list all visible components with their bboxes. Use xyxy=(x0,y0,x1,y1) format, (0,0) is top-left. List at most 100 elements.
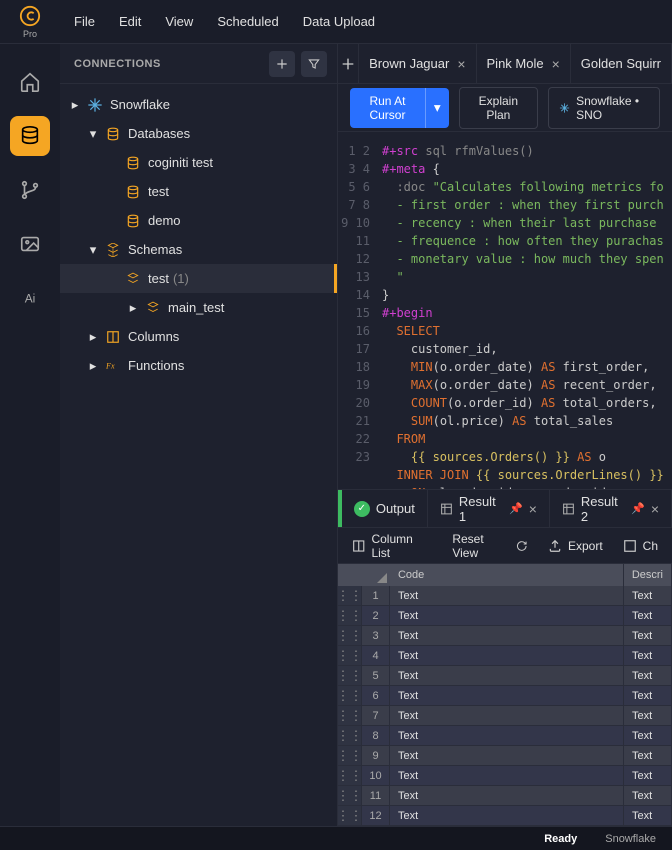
cell-code[interactable]: Text xyxy=(390,646,624,665)
nav-home[interactable] xyxy=(10,62,50,102)
tab-brown-jaguar[interactable]: Brown Jaguar × xyxy=(359,44,476,83)
table-row[interactable]: ⋮⋮5TextText xyxy=(338,666,672,686)
tab-golden-squirrel[interactable]: Golden Squirr xyxy=(571,44,672,83)
code-editor[interactable]: 1 2 3 4 5 6 7 8 9 10 11 12 13 14 15 16 1… xyxy=(338,132,672,489)
table-row[interactable]: ⋮⋮8TextText xyxy=(338,726,672,746)
check-circle-icon: ✓ xyxy=(354,501,370,517)
cell-desc[interactable]: Text xyxy=(624,806,672,825)
cell-code[interactable]: Text xyxy=(390,686,624,705)
column-header-code[interactable]: Code xyxy=(390,564,624,586)
tree-columns[interactable]: ▸ Columns xyxy=(60,322,337,351)
close-icon[interactable]: × xyxy=(529,501,537,517)
nav-git[interactable] xyxy=(10,170,50,210)
cell-code[interactable]: Text xyxy=(390,586,624,605)
row-handle[interactable]: ⋮⋮ xyxy=(338,766,362,785)
table-row[interactable]: ⋮⋮6TextText xyxy=(338,686,672,706)
tree-databases[interactable]: ▾ Databases xyxy=(60,119,337,148)
editor-area: Brown Jaguar × Pink Mole × Golden Squirr… xyxy=(338,44,672,826)
cell-code[interactable]: Text xyxy=(390,706,624,725)
cell-desc[interactable]: Text xyxy=(624,766,672,785)
cell-desc[interactable]: Text xyxy=(624,786,672,805)
row-handle[interactable]: ⋮⋮ xyxy=(338,786,362,805)
cell-desc[interactable]: Text xyxy=(624,726,672,745)
table-row[interactable]: ⋮⋮11TextText xyxy=(338,786,672,806)
tree-db-item[interactable]: demo xyxy=(60,206,337,235)
run-at-cursor-button[interactable]: Run At Cursor xyxy=(350,88,425,128)
new-tab-button[interactable] xyxy=(338,44,359,83)
table-row[interactable]: ⋮⋮3TextText xyxy=(338,626,672,646)
cell-desc[interactable]: Text xyxy=(624,746,672,765)
row-handle[interactable]: ⋮⋮ xyxy=(338,606,362,625)
reset-view-button[interactable]: Reset View xyxy=(452,532,528,560)
cell-desc[interactable]: Text xyxy=(624,686,672,705)
row-handle[interactable]: ⋮⋮ xyxy=(338,686,362,705)
nav-database[interactable] xyxy=(10,116,50,156)
table-row[interactable]: ⋮⋮4TextText xyxy=(338,646,672,666)
cell-desc[interactable]: Text xyxy=(624,666,672,685)
filter-connections-button[interactable] xyxy=(301,51,327,77)
tree-functions[interactable]: ▸ Fx Functions xyxy=(60,351,337,380)
row-handle[interactable]: ⋮⋮ xyxy=(338,806,362,825)
table-row[interactable]: ⋮⋮2TextText xyxy=(338,606,672,626)
tree-schema-test[interactable]: test (1) xyxy=(60,264,337,293)
pin-icon[interactable]: 📌 xyxy=(631,502,645,515)
nav-images[interactable] xyxy=(10,224,50,264)
tab-pink-mole[interactable]: Pink Mole × xyxy=(477,44,571,83)
table-row[interactable]: ⋮⋮7TextText xyxy=(338,706,672,726)
table-row[interactable]: ⋮⋮1TextText xyxy=(338,586,672,606)
tree-label: test xyxy=(148,184,169,199)
result-tab-output[interactable]: ✓ Output xyxy=(342,490,428,527)
cell-code[interactable]: Text xyxy=(390,726,624,745)
result-tab-1[interactable]: Result 1 📌 × xyxy=(428,490,550,527)
row-handle[interactable]: ⋮⋮ xyxy=(338,706,362,725)
cell-code[interactable]: Text xyxy=(390,786,624,805)
column-list-button[interactable]: Column List xyxy=(352,532,432,560)
menu-scheduled[interactable]: Scheduled xyxy=(217,14,278,29)
close-icon[interactable]: × xyxy=(552,56,560,72)
cell-desc[interactable]: Text xyxy=(624,706,672,725)
tree-connection-snowflake[interactable]: ▸ Snowflake xyxy=(60,90,337,119)
chart-button[interactable]: Ch xyxy=(623,539,658,553)
row-handle[interactable]: ⋮⋮ xyxy=(338,586,362,605)
tree-db-item[interactable]: test xyxy=(60,177,337,206)
menu-view[interactable]: View xyxy=(165,14,193,29)
menu-file[interactable]: File xyxy=(74,14,95,29)
menu-data-upload[interactable]: Data Upload xyxy=(303,14,375,29)
tree-schemas[interactable]: ▾ Schemas xyxy=(60,235,337,264)
cell-desc[interactable]: Text xyxy=(624,626,672,645)
menu-edit[interactable]: Edit xyxy=(119,14,141,29)
row-handle[interactable]: ⋮⋮ xyxy=(338,626,362,645)
close-icon[interactable]: × xyxy=(457,56,465,72)
cell-code[interactable]: Text xyxy=(390,806,624,825)
close-icon[interactable]: × xyxy=(651,501,659,517)
cell-desc[interactable]: Text xyxy=(624,646,672,665)
export-button[interactable]: Export xyxy=(548,539,603,553)
cell-code[interactable]: Text xyxy=(390,766,624,785)
row-handle[interactable]: ⋮⋮ xyxy=(338,746,362,765)
grid-corner[interactable] xyxy=(338,564,390,586)
logo-area: Pro xyxy=(0,1,60,43)
row-handle[interactable]: ⋮⋮ xyxy=(338,646,362,665)
cell-desc[interactable]: Text xyxy=(624,586,672,605)
pin-icon[interactable]: 📌 xyxy=(509,502,523,515)
tree-schema-item[interactable]: ▸ main_test xyxy=(60,293,337,322)
table-row[interactable]: ⋮⋮9TextText xyxy=(338,746,672,766)
table-row[interactable]: ⋮⋮12TextText xyxy=(338,806,672,826)
cell-code[interactable]: Text xyxy=(390,606,624,625)
connection-selector[interactable]: Snowflake • SNO xyxy=(548,87,660,129)
nav-ai[interactable]: Ai xyxy=(10,278,50,318)
result-tab-2[interactable]: Result 2 📌 × xyxy=(550,490,672,527)
cell-code[interactable]: Text xyxy=(390,666,624,685)
run-dropdown-button[interactable]: ▾ xyxy=(425,88,449,128)
row-handle[interactable]: ⋮⋮ xyxy=(338,726,362,745)
cell-desc[interactable]: Text xyxy=(624,606,672,625)
row-handle[interactable]: ⋮⋮ xyxy=(338,666,362,685)
tree-db-item[interactable]: coginiti test xyxy=(60,148,337,177)
table-row[interactable]: ⋮⋮10TextText xyxy=(338,766,672,786)
git-branch-icon xyxy=(19,179,41,201)
add-connection-button[interactable] xyxy=(269,51,295,77)
column-header-desc[interactable]: Descri xyxy=(624,564,672,586)
explain-plan-button[interactable]: Explain Plan xyxy=(459,87,538,129)
cell-code[interactable]: Text xyxy=(390,746,624,765)
cell-code[interactable]: Text xyxy=(390,626,624,645)
